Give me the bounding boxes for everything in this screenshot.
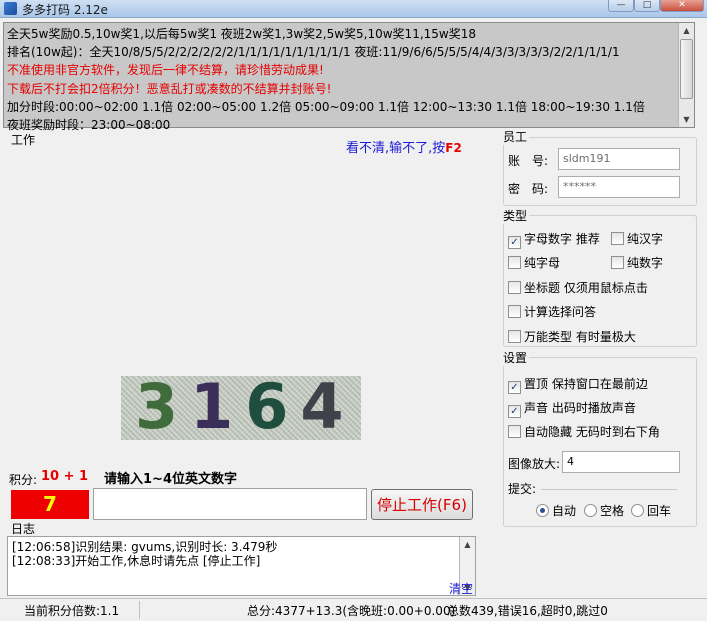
check-icon: ✓ [508, 405, 521, 418]
window-title: 多多打码 2.12e [22, 3, 108, 17]
notice-line: 全天5w奖励0.5,10w奖1,以后每5w奖1 夜班2w奖1,3w奖2,5w奖5… [7, 27, 476, 41]
type-chinese-checkbox[interactable]: 纯汉字 [611, 230, 663, 247]
password-label: 密 码: [508, 182, 549, 196]
submit-enter-radio[interactable]: 回车 [631, 502, 671, 519]
close-button[interactable]: ✕ [660, 0, 704, 12]
checkbox-label: 纯字母 [524, 256, 561, 270]
checkbox-label: 万能类型 有时量极大 [524, 330, 636, 344]
zoom-field[interactable]: 4 [562, 451, 680, 473]
submit-auto-radio[interactable]: 自动 [536, 502, 576, 519]
type-calc-checkbox[interactable]: 计算选择问答 [508, 303, 596, 320]
captcha-digit: 3 [135, 376, 191, 440]
checkbox-label: 置顶 保持窗口在最前边 [524, 377, 648, 391]
app-icon [4, 2, 17, 15]
score-value: 10 + 1 [41, 469, 89, 484]
zoom-label: 图像放大: [508, 457, 561, 471]
type-universal-checkbox[interactable]: 万能类型 有时量极大 [508, 328, 636, 345]
log-line: [12:08:33]开始工作,休息时请先点 [停止工作] [12, 554, 261, 568]
checkbox-label: 纯数字 [627, 256, 664, 270]
scroll-up-icon[interactable]: ▲ [460, 537, 475, 552]
employee-group-title: 员工 [501, 128, 530, 145]
type-group-title: 类型 [501, 207, 530, 224]
notice-line: 加分时段:00:00~02:00 1.1倍 02:00~05:00 1.2倍 0… [7, 99, 645, 114]
maximize-button[interactable]: □ [634, 0, 660, 12]
radio-off-icon [584, 504, 597, 517]
type-digits-checkbox[interactable]: 纯数字 [611, 254, 663, 271]
radio-label: 自动 [552, 504, 577, 518]
settings-group-title: 设置 [501, 349, 530, 366]
checkbox-icon [508, 330, 521, 343]
checkbox-label: 坐标题 仅须用鼠标点击 [524, 281, 648, 295]
log-line: [12:06:58]识别结果: gvums,识别时长: 3.479秒 [12, 540, 278, 554]
captcha-digit: 4 [300, 376, 356, 440]
clear-log-link[interactable]: 清空 [449, 580, 473, 597]
checkbox-icon [611, 232, 624, 245]
captcha-digits: 3164 [135, 376, 356, 440]
radio-off-icon [631, 504, 644, 517]
work-label: 工作 [11, 133, 36, 147]
submit-space-radio[interactable]: 空格 [584, 502, 624, 519]
refresh-key: F2 [445, 141, 462, 155]
minimize-button[interactable]: — [608, 0, 634, 12]
captcha-image: 3164 [121, 376, 361, 440]
notice-scrollbar[interactable]: ▲ ▼ [678, 23, 694, 127]
status-bar: 当前积分倍数:1.1 总分:4377+13.3(含晚班:0.00+0.00) 总… [0, 598, 707, 621]
notice-line: 排名(10w起)：全天10/8/5/5/2/2/2/2/2/2/1/1/1/1/… [7, 45, 620, 60]
refresh-captcha-link[interactable]: 看不清,输不了,按F2 [346, 137, 462, 156]
checkbox-label: 自动隐藏 无码时到右下角 [524, 425, 660, 439]
checkbox-label: 声音 出码时播放声音 [524, 401, 636, 415]
checkbox-icon [508, 281, 521, 294]
checkbox-icon [508, 305, 521, 318]
status-multiplier: 当前积分倍数:1.1 [24, 604, 120, 618]
scroll-thumb[interactable] [680, 39, 693, 99]
check-icon: ✓ [508, 381, 521, 394]
password-field[interactable]: ****** [558, 176, 680, 198]
check-icon: ✓ [508, 236, 521, 249]
autohide-checkbox[interactable]: 自动隐藏 无码时到右下角 [508, 423, 660, 440]
checkbox-icon [508, 256, 521, 269]
checkbox-label: 计算选择问答 [524, 305, 597, 319]
checkbox-label: 纯汉字 [627, 232, 664, 246]
radio-label: 回车 [647, 504, 672, 518]
type-letters-checkbox[interactable]: 纯字母 [508, 254, 560, 271]
checkbox-icon [508, 425, 521, 438]
type-alnum-checkbox[interactable]: ✓ 字母数字 推荐 [508, 230, 600, 249]
status-separator [139, 601, 140, 619]
submit-divider [541, 489, 677, 490]
stop-work-button[interactable]: 停止工作(F6) [371, 489, 473, 520]
status-stats: 总数439,错误16,超时0,跳过0 [447, 604, 608, 618]
notice-box: 全天5w奖励0.5,10w奖1,以后每5w奖1 夜班2w奖1,3w奖2,5w奖5… [3, 22, 695, 132]
title-bar: 多多打码 2.12e — □ ✕ [0, 0, 707, 18]
score-label: 积分: [9, 473, 38, 487]
refresh-captcha-text: 看不清,输不了,按 [346, 141, 446, 156]
countdown-timer: 7 [11, 490, 89, 519]
account-label: 账 号: [508, 154, 549, 168]
input-prompt: 请输入1~4位英文数字 [104, 472, 237, 487]
notice-warning: 不准使用非官方软件，发现后一律不结算，请珍惜劳动成果! [7, 63, 324, 78]
answer-input[interactable] [93, 488, 367, 520]
radio-label: 空格 [600, 504, 625, 518]
checkbox-icon [611, 256, 624, 269]
checkbox-label: 字母数字 推荐 [524, 232, 600, 246]
sound-checkbox[interactable]: ✓ 声音 出码时播放声音 [508, 399, 636, 418]
captcha-digit: 6 [245, 376, 301, 440]
log-label: 日志 [11, 522, 36, 536]
scroll-up-icon[interactable]: ▲ [679, 23, 694, 38]
type-coordinate-checkbox[interactable]: 坐标题 仅须用鼠标点击 [508, 279, 648, 296]
log-box[interactable]: [12:06:58]识别结果: gvums,识别时长: 3.479秒 [12:0… [7, 536, 476, 596]
captcha-digit: 1 [190, 376, 246, 440]
notice-warning: 下载后不打会扣2倍积分！恶意乱打或凑数的不结算并封账号! [7, 81, 332, 96]
submit-label: 提交: [508, 482, 537, 496]
scroll-down-icon[interactable]: ▼ [679, 112, 694, 127]
radio-on-icon [536, 504, 549, 517]
notice-line: 夜班奖励时段：23:00~08:00 [7, 118, 171, 133]
status-total: 总分:4377+13.3(含晚班:0.00+0.00) [247, 604, 456, 618]
account-field[interactable]: sldm191 [558, 148, 680, 170]
topmost-checkbox[interactable]: ✓ 置顶 保持窗口在最前边 [508, 375, 648, 394]
